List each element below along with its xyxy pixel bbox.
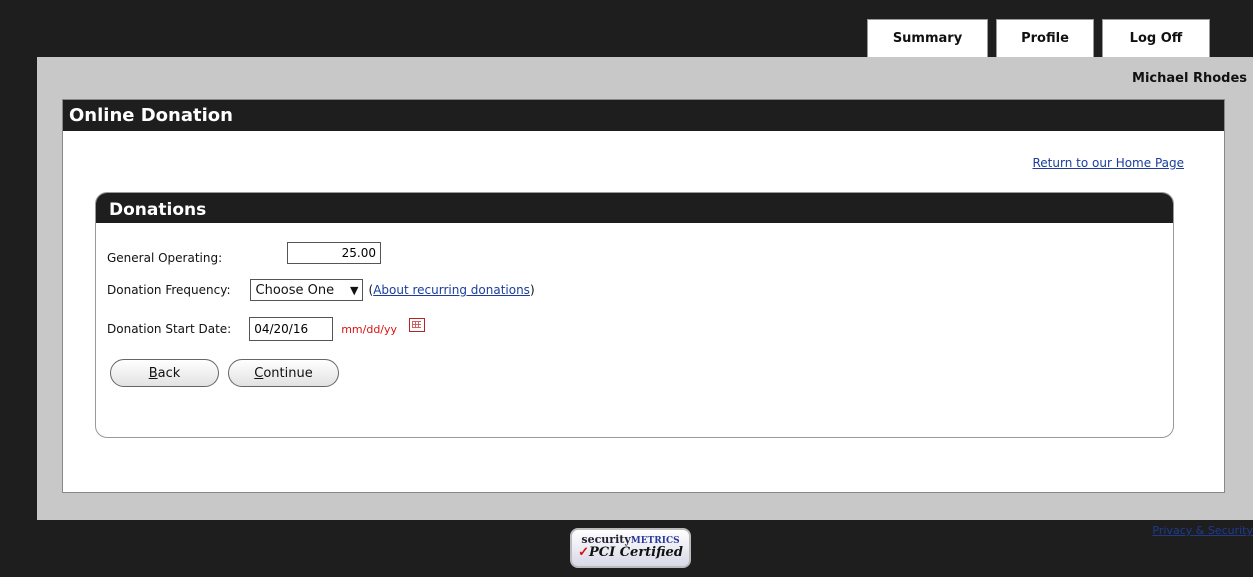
tab-summary[interactable]: Summary (867, 19, 988, 57)
tab-log-off[interactable]: Log Off (1102, 19, 1210, 57)
page-title: Online Donation (63, 100, 1224, 131)
about-recurring-donations-link[interactable]: About recurring donations (373, 283, 530, 297)
date-format-hint: mm/dd/yy (341, 322, 398, 336)
donations-box: Donations General Operating: Donation Fr… (95, 192, 1174, 438)
tab-profile[interactable]: Profile (996, 19, 1094, 57)
top-nav-tabs: Summary Profile Log Off (867, 19, 1210, 57)
donation-start-date-input[interactable] (249, 317, 334, 341)
user-name: Michael Rhodes (1132, 71, 1247, 86)
donation-frequency-row: Donation Frequency: Choose One ▼ ( About… (107, 279, 535, 301)
donation-frequency-label: Donation Frequency: (107, 283, 231, 297)
return-home-link[interactable]: Return to our Home Page (1033, 156, 1185, 170)
back-button[interactable]: Back (110, 359, 219, 387)
back-button-label: ack (157, 365, 181, 381)
general-operating-amount-input[interactable] (287, 242, 381, 264)
donation-frequency-selected: Choose One (255, 282, 335, 298)
continue-button[interactable]: Continue (228, 359, 339, 387)
donations-title: Donations (96, 193, 1173, 223)
content-frame: Michael Rhodes Online Donation Return to… (37, 57, 1253, 520)
badge-pci-text: PCI Certified (588, 545, 683, 560)
continue-button-label: ontinue (263, 365, 313, 381)
checkmark-icon: ✓ (578, 545, 589, 560)
continue-button-accesskey: C (254, 365, 264, 381)
badge-line-2: ✓PCI Certified (572, 545, 689, 560)
chevron-down-icon: ▼ (350, 283, 359, 297)
general-operating-row: General Operating: (107, 242, 381, 265)
calendar-icon[interactable] (409, 318, 426, 332)
donation-frequency-select[interactable]: Choose One ▼ (249, 279, 363, 301)
back-button-accesskey: B (148, 365, 158, 381)
close-paren: ) (529, 283, 535, 297)
privacy-security-link[interactable]: Privacy & Security (1152, 524, 1253, 537)
donation-start-date-row: Donation Start Date: mm/dd/yy (107, 317, 426, 341)
general-operating-label: General Operating: (107, 251, 223, 265)
online-donation-panel: Online Donation Return to our Home Page … (62, 99, 1225, 493)
security-metrics-pci-badge[interactable]: securityMETRICS ✓PCI Certified (570, 528, 691, 568)
donation-start-date-label: Donation Start Date: (107, 322, 232, 336)
